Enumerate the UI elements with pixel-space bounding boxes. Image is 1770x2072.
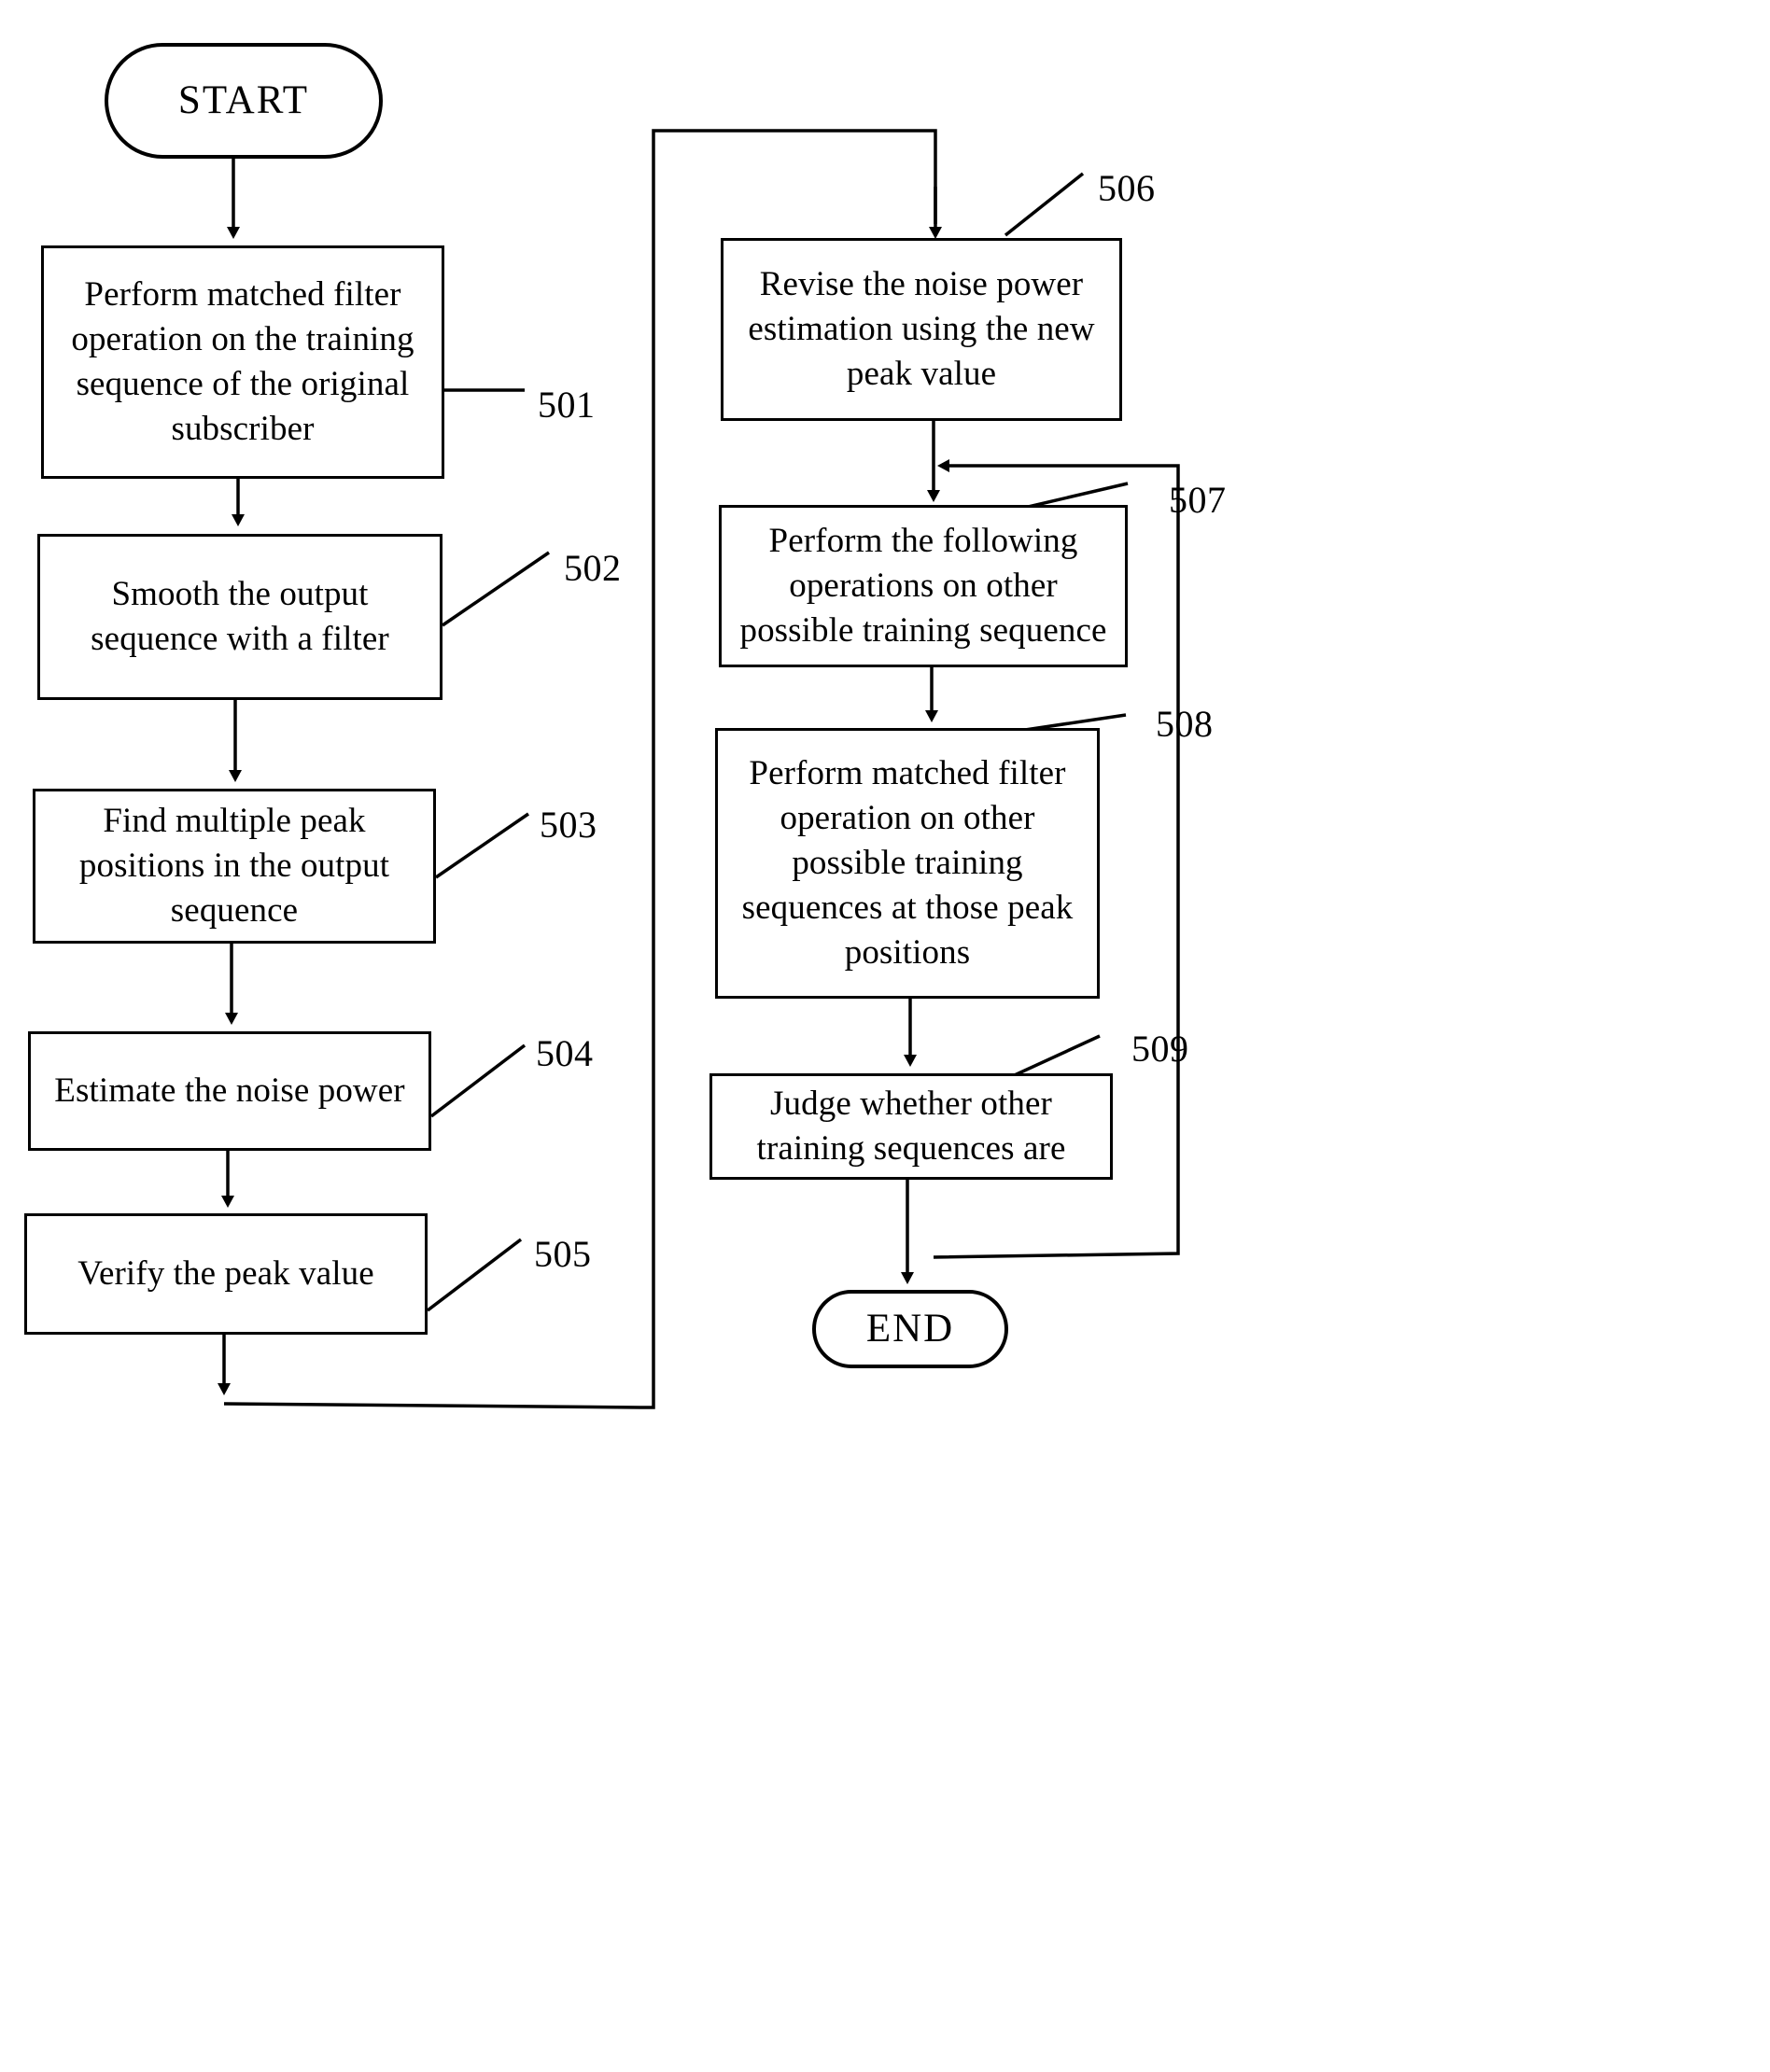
node-end[interactable]: END [812, 1290, 1008, 1368]
node-509-label: Judge whether other training sequences a… [756, 1084, 1066, 1168]
flowchart-canvas: START Perform matched filter operation o… [0, 0, 1770, 2072]
node-501-label: Perform matched filter operation on the … [71, 274, 414, 449]
node-507-label: Perform the following operations on othe… [739, 521, 1107, 651]
node-505-label: Verify the peak value [77, 1253, 374, 1293]
node-508[interactable]: Perform matched filter operation on othe… [715, 728, 1100, 999]
node-502-label: Smooth the output sequence with a filter [91, 574, 389, 658]
node-505[interactable]: Verify the peak value [24, 1213, 428, 1335]
node-start[interactable]: START [105, 43, 383, 159]
ref-numeral-508: 508 [1156, 703, 1214, 745]
node-508-label: Perform matched filter operation on othe… [741, 753, 1074, 973]
node-start-label: START [177, 78, 310, 123]
ref-numeral-503: 503 [540, 804, 597, 846]
ref-numeral-509: 509 [1131, 1028, 1189, 1070]
ref-numeral-501: 501 [538, 384, 596, 426]
leader-506 [1004, 172, 1085, 237]
node-502[interactable]: Smooth the output sequence with a filter [37, 534, 442, 700]
ref-numeral-505: 505 [534, 1233, 592, 1275]
node-509[interactable]: Judge whether other training sequences a… [709, 1073, 1113, 1180]
leader-502 [442, 551, 550, 627]
node-503-label: Find multiple peak positions in the outp… [78, 801, 390, 931]
node-506-label: Revise the noise power estimation using … [748, 264, 1095, 394]
leader-503 [435, 812, 529, 879]
node-501[interactable]: Perform matched filter operation on the … [41, 245, 444, 479]
ref-numeral-506: 506 [1098, 167, 1156, 209]
ref-numeral-507: 507 [1169, 479, 1227, 521]
node-504-label: Estimate the noise power [54, 1071, 405, 1110]
node-506[interactable]: Revise the noise power estimation using … [721, 238, 1122, 421]
node-end-label: END [865, 1307, 955, 1351]
node-503[interactable]: Find multiple peak positions in the outp… [33, 789, 436, 944]
node-504[interactable]: Estimate the noise power [28, 1031, 431, 1151]
ref-numeral-502: 502 [564, 547, 622, 589]
leader-504 [429, 1043, 527, 1118]
node-507[interactable]: Perform the following operations on othe… [719, 505, 1128, 667]
leader-505 [426, 1238, 523, 1312]
ref-numeral-504: 504 [536, 1032, 594, 1074]
